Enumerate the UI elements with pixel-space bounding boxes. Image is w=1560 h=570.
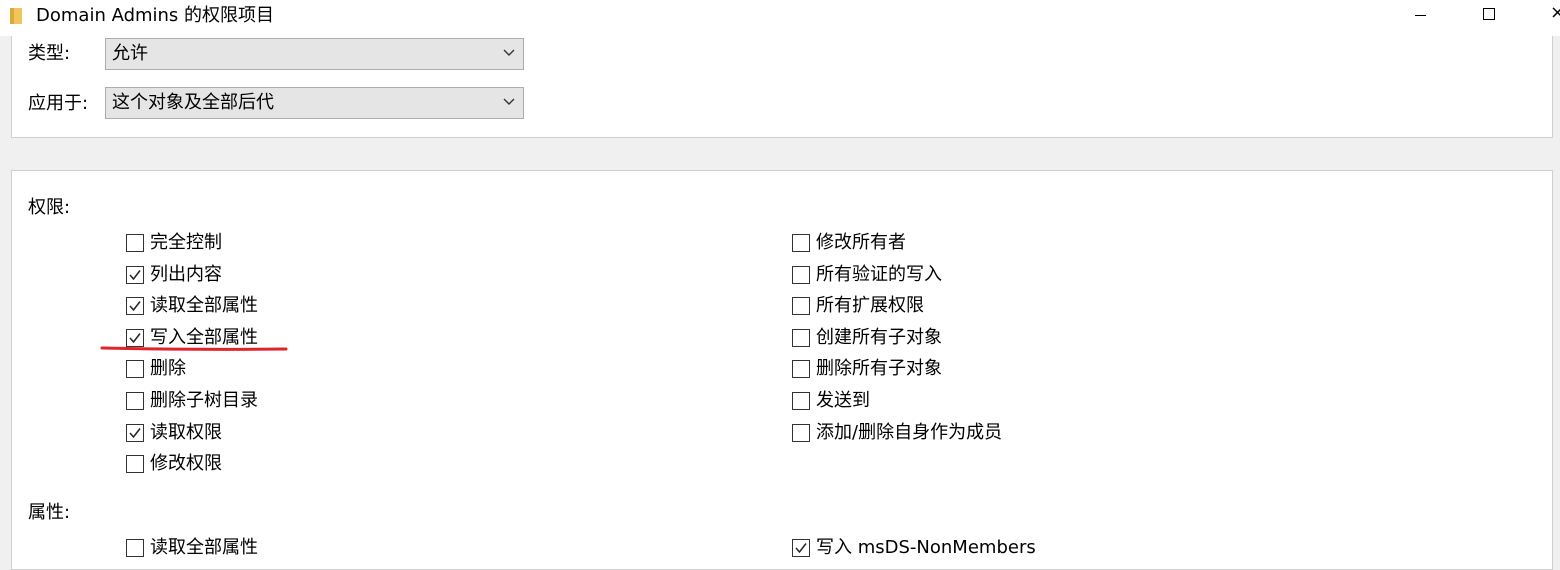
permission-label: 发送到: [816, 390, 870, 411]
close-icon: ×: [1550, 2, 1560, 23]
checkmark-icon: [129, 427, 141, 438]
type-select-value: 允许: [112, 43, 148, 64]
window-title: Domain Admins 的权限项目: [36, 5, 275, 26]
checkmark-icon: [129, 332, 141, 343]
applies-to-label: 应用于:: [28, 93, 89, 114]
checkbox-unchecked[interactable]: [792, 392, 810, 410]
permission-label: 所有扩展权限: [816, 295, 924, 317]
properties-section-label: 属性:: [28, 502, 71, 523]
permissions-panel: [11, 170, 1553, 570]
type-select[interactable]: 允许: [105, 38, 524, 70]
close-button[interactable]: ×: [1528, 0, 1560, 32]
permission-label: 列出内容: [150, 263, 222, 285]
checkmark-icon: [129, 269, 141, 280]
applies-to-select-value: 这个对象及全部后代: [112, 92, 274, 113]
checkbox-unchecked[interactable]: [792, 265, 810, 284]
permission-label: 读取权限: [150, 421, 222, 443]
chevron-down-icon: [503, 98, 515, 105]
permission-label: 删除子树目录: [150, 390, 258, 411]
checkbox-unchecked[interactable]: [126, 360, 144, 379]
permission-label: 修改所有者: [816, 232, 906, 253]
applies-to-select[interactable]: 这个对象及全部后代: [105, 87, 524, 119]
title-bar: Domain Admins 的权限项目 ×: [0, 0, 1560, 36]
checkbox-unchecked[interactable]: [126, 539, 144, 557]
permission-label: 添加/删除自身作为成员: [816, 421, 1003, 443]
permission-label: 所有验证的写入: [816, 263, 942, 285]
checkbox-unchecked[interactable]: [792, 360, 810, 379]
permissions-section-label: 权限:: [28, 197, 71, 218]
permission-label: 写入 msDS-NonMembers: [816, 537, 1036, 558]
maximize-button[interactable]: [1467, 0, 1513, 32]
checkbox-checked[interactable]: [126, 297, 144, 316]
checkbox-unchecked[interactable]: [792, 297, 810, 316]
permission-label: 修改权限: [150, 453, 222, 475]
checkbox-checked[interactable]: [126, 265, 144, 284]
checkmark-icon: [795, 543, 807, 554]
permission-label: 完全控制: [150, 232, 222, 253]
folder-icon: [10, 8, 22, 24]
permission-label: 删除所有子对象: [816, 358, 942, 380]
checkbox-unchecked[interactable]: [792, 423, 810, 442]
checkbox-unchecked[interactable]: [126, 234, 144, 252]
checkbox-unchecked[interactable]: [792, 234, 810, 252]
checkbox-unchecked[interactable]: [792, 328, 810, 347]
type-label: 类型:: [28, 43, 71, 64]
annotation-underline: [100, 346, 288, 351]
permission-label: 读取全部属性: [150, 537, 258, 558]
chevron-down-icon: [503, 49, 515, 56]
permission-label: 读取全部属性: [150, 295, 258, 317]
checkbox-checked[interactable]: [792, 539, 810, 557]
settings-panel: 类型: 允许 应用于: 这个对象及全部后代: [11, 36, 1553, 138]
minimize-button[interactable]: [1397, 0, 1443, 32]
permission-label: 删除: [150, 358, 186, 380]
permission-label: 创建所有子对象: [816, 326, 942, 348]
checkbox-checked[interactable]: [126, 423, 144, 442]
checkbox-unchecked[interactable]: [126, 455, 144, 474]
checkmark-icon: [129, 301, 141, 312]
checkbox-unchecked[interactable]: [126, 392, 144, 410]
